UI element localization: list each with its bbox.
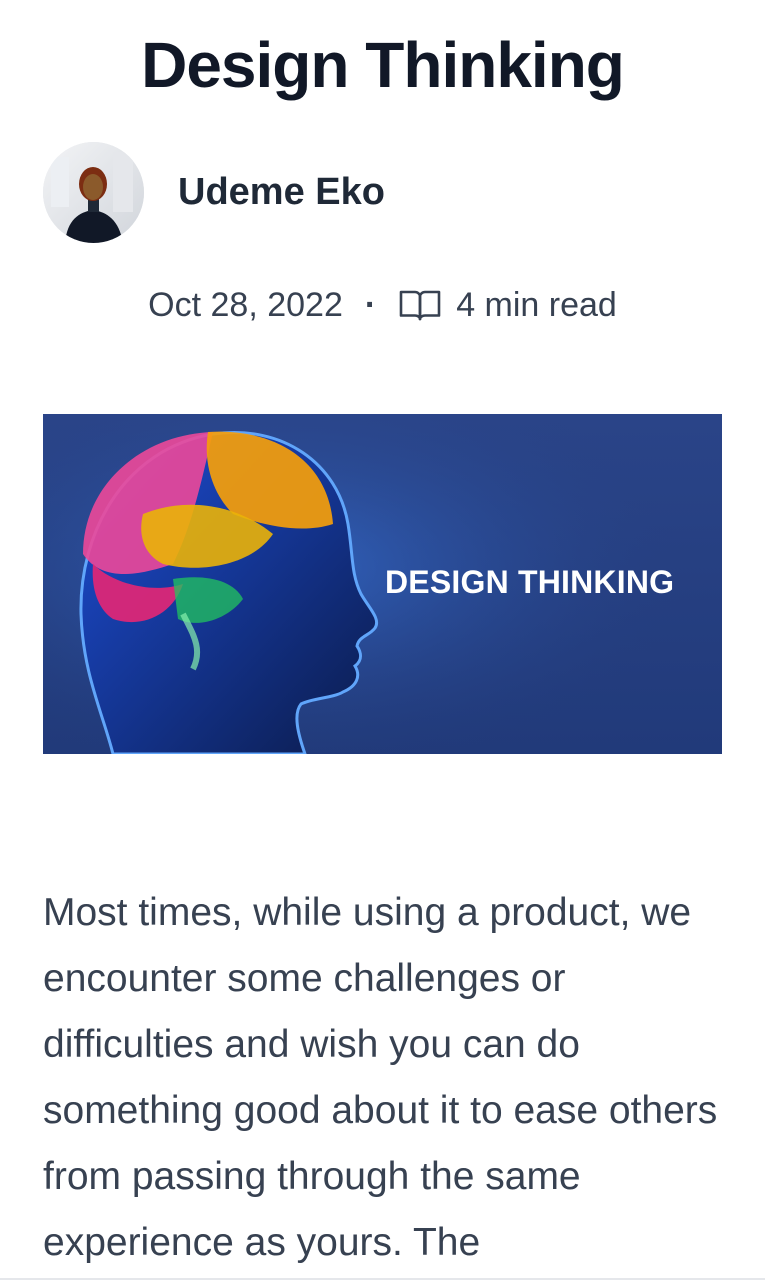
book-open-icon — [398, 288, 442, 322]
article-body: Most times, while using a product, we en… — [43, 891, 718, 1264]
hero-overlay-text: DESIGN THINKING — [385, 564, 675, 600]
meta-separator: · — [364, 285, 377, 324]
hero-image: DESIGN THINKING — [43, 414, 722, 754]
article-meta: Oct 28, 2022 · 4 min read — [0, 280, 765, 330]
author-avatar-photo — [43, 141, 144, 243]
author-row: Udeme Eko — [43, 141, 385, 243]
author-name[interactable]: Udeme Eko — [178, 171, 385, 214]
publish-date: Oct 28, 2022 — [148, 285, 343, 324]
page-title: Design Thinking — [141, 29, 625, 101]
read-time: 4 min read — [456, 285, 617, 324]
author-avatar[interactable] — [43, 141, 144, 243]
